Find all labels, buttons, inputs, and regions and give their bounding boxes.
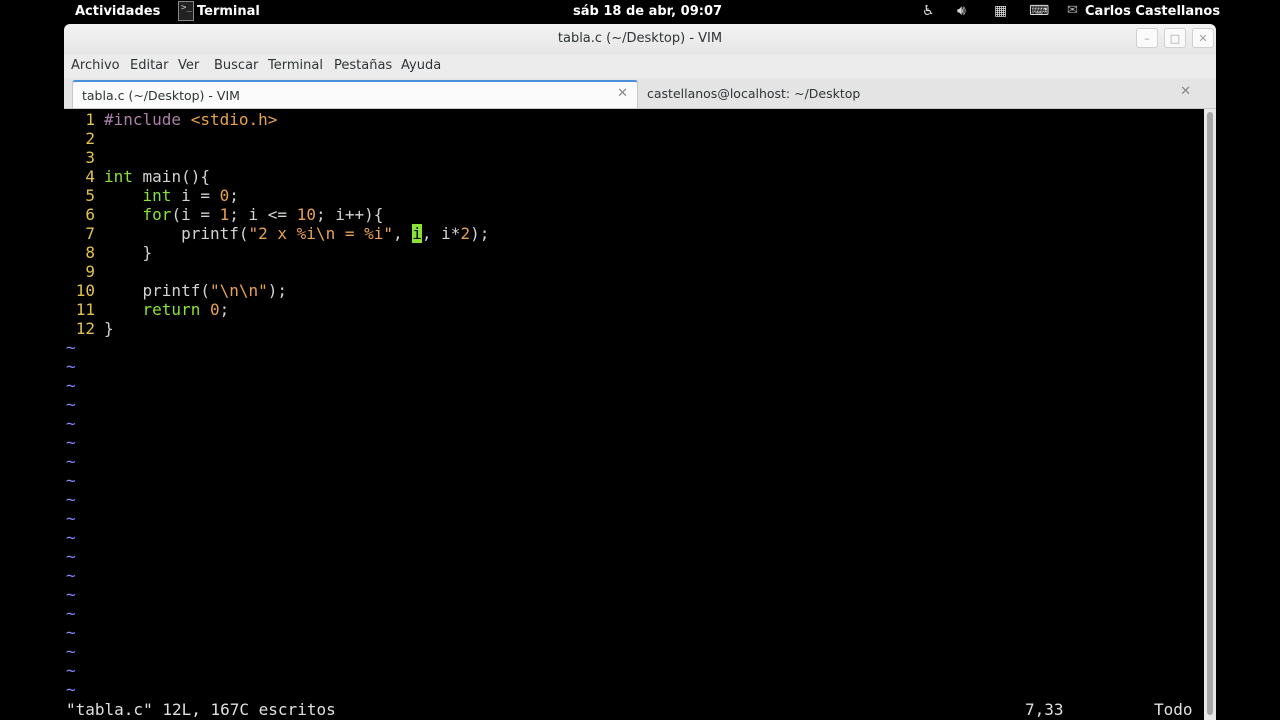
line-number: 8 — [85, 243, 95, 262]
line-number: 7 — [85, 224, 95, 243]
line-number: 1 — [85, 110, 95, 129]
empty-line-marker: ~ — [66, 547, 76, 566]
empty-line-marker: ~ — [66, 471, 76, 490]
close-icon[interactable]: ✕ — [1192, 28, 1214, 48]
menu-buscar[interactable]: Buscar — [214, 58, 258, 73]
empty-line-marker: ~ — [66, 680, 76, 699]
terminal-content[interactable]: "tabla.c" 12L, 167C escritos 7,33 Todo 1… — [64, 109, 1204, 720]
line-number: 6 — [85, 205, 95, 224]
line-number: 2 — [85, 129, 95, 148]
menu-bar: Archivo Editar Ver Buscar Terminal Pesta… — [64, 54, 1216, 78]
gnome-top-bar: Actividades >_ Terminal sáb 18 de abr, 0… — [0, 0, 1280, 24]
empty-line-marker: ~ — [66, 395, 76, 414]
accessibility-icon[interactable]: ♿ — [922, 3, 935, 19]
code-text: } — [104, 243, 153, 262]
window-titlebar[interactable]: tabla.c (~/Desktop) - VIM – □ ✕ — [64, 24, 1216, 54]
empty-line-marker: ~ — [66, 585, 76, 604]
text-cursor: i — [412, 224, 422, 243]
tab-label: castellanos@localhost: ~/Desktop — [647, 86, 861, 101]
tab-label: tabla.c (~/Desktop) - VIM — [82, 88, 240, 103]
tab-bar: tabla.c (~/Desktop) - VIM ✕ castellanos@… — [64, 78, 1216, 109]
menu-archivo[interactable]: Archivo — [71, 58, 120, 73]
code-text: #include <stdio.h> — [104, 110, 278, 129]
code-text: for(i = 1; i <= 10; i++){ — [142, 205, 384, 224]
menu-ver[interactable]: Ver — [178, 58, 199, 73]
empty-line-marker: ~ — [66, 642, 76, 661]
line-number: 4 — [85, 167, 95, 186]
menu-pestanas[interactable]: Pestañas — [334, 58, 392, 73]
code-text: int i = 0; — [142, 186, 239, 205]
empty-line-marker: ~ — [66, 509, 76, 528]
empty-line-marker: ~ — [66, 566, 76, 585]
tab-shell[interactable]: castellanos@localhost: ~/Desktop ✕ — [638, 80, 1200, 108]
empty-line-marker: ~ — [66, 433, 76, 452]
line-number: 3 — [85, 148, 95, 167]
empty-line-marker: ~ — [66, 376, 76, 395]
scrollbar-thumb[interactable] — [1207, 112, 1213, 715]
menu-ayuda[interactable]: Ayuda — [401, 58, 441, 73]
code-text: return 0; — [142, 300, 230, 319]
empty-line-marker: ~ — [66, 338, 76, 357]
minimize-icon[interactable]: – — [1136, 28, 1158, 48]
empty-line-marker: ~ — [66, 661, 76, 680]
app-menu[interactable]: Terminal — [197, 4, 260, 19]
empty-line-marker: ~ — [66, 490, 76, 509]
vim-status-message: "tabla.c" 12L, 167C escritos — [66, 700, 336, 719]
empty-line-marker: ~ — [66, 357, 76, 376]
code-text: printf("2 x %i\n = %i", i, i*2); — [104, 224, 490, 243]
window-title: tabla.c (~/Desktop) - VIM — [557, 31, 723, 46]
keyboard-icon[interactable]: ⌨ — [1029, 3, 1049, 19]
code-text: int main(){ — [104, 167, 210, 186]
tab-vim[interactable]: tabla.c (~/Desktop) - VIM ✕ — [72, 80, 638, 108]
close-tab-icon[interactable]: ✕ — [617, 86, 628, 101]
user-menu[interactable]: Carlos Castellanos — [1085, 4, 1220, 19]
empty-line-marker: ~ — [66, 623, 76, 642]
network-icon[interactable]: ▦ — [994, 3, 1007, 19]
maximize-icon[interactable]: □ — [1164, 28, 1186, 48]
activities-button[interactable]: Actividades — [75, 4, 160, 19]
empty-line-marker: ~ — [66, 528, 76, 547]
vim-cursor-position: 7,33 — [1025, 700, 1064, 719]
code-text: printf("\n\n"); — [104, 281, 288, 300]
chat-status-icon: ✉ — [1067, 3, 1078, 18]
close-tab-icon[interactable]: ✕ — [1180, 84, 1191, 99]
empty-line-marker: ~ — [66, 604, 76, 623]
terminal-window: tabla.c (~/Desktop) - VIM – □ ✕ Archivo … — [64, 24, 1216, 720]
clock[interactable]: sáb 18 de abr, 09:07 — [573, 4, 722, 19]
vim-scroll-percent: Todo — [1154, 700, 1193, 719]
code-text: } — [104, 319, 114, 338]
terminal-scrollbar[interactable] — [1204, 109, 1216, 720]
empty-line-marker: ~ — [66, 414, 76, 433]
line-number: 5 — [85, 186, 95, 205]
volume-icon[interactable]: 🔊︎ — [957, 3, 966, 19]
line-number: 11 — [75, 300, 95, 319]
menu-editar[interactable]: Editar — [130, 58, 169, 73]
line-number: 10 — [75, 281, 95, 300]
empty-line-marker: ~ — [66, 452, 76, 471]
line-number: 12 — [75, 319, 95, 338]
line-number: 9 — [85, 262, 95, 281]
menu-terminal[interactable]: Terminal — [268, 58, 323, 73]
terminal-app-icon[interactable]: >_ — [178, 1, 194, 21]
